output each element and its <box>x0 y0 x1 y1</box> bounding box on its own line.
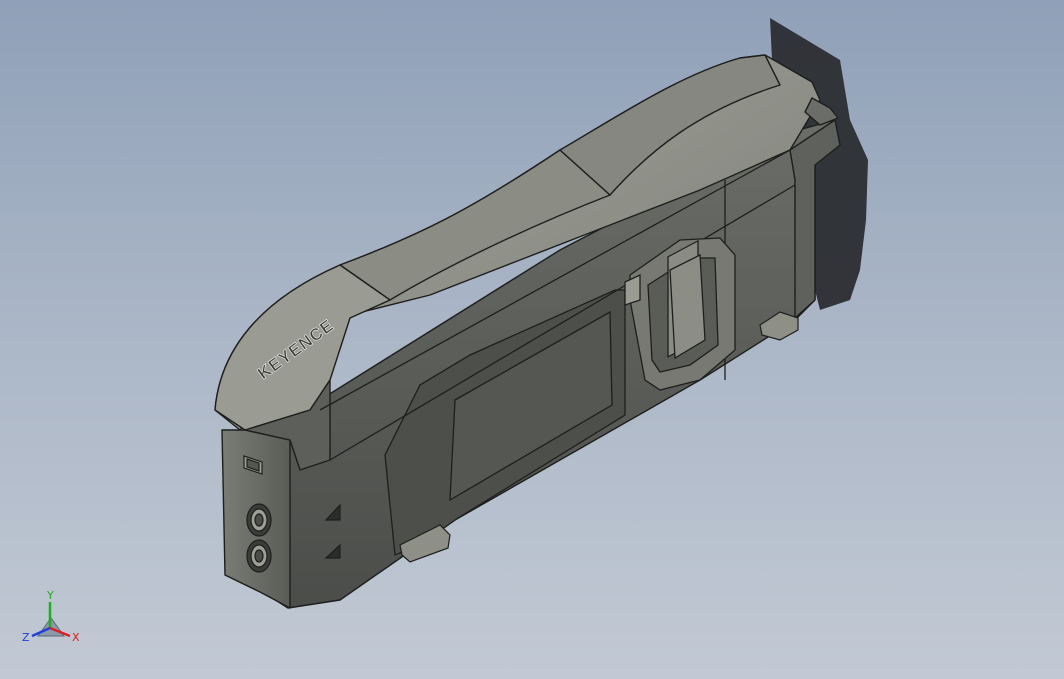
x-axis-label: X <box>72 631 80 644</box>
3d-viewport[interactable]: KEYENCE Y X Z <box>0 0 1064 679</box>
z-axis-label: Z <box>22 631 30 644</box>
y-axis-label: Y <box>46 589 54 602</box>
model-scene[interactable]: KEYENCE Y X Z <box>0 0 1064 679</box>
orientation-triad[interactable]: Y X Z <box>22 589 80 644</box>
